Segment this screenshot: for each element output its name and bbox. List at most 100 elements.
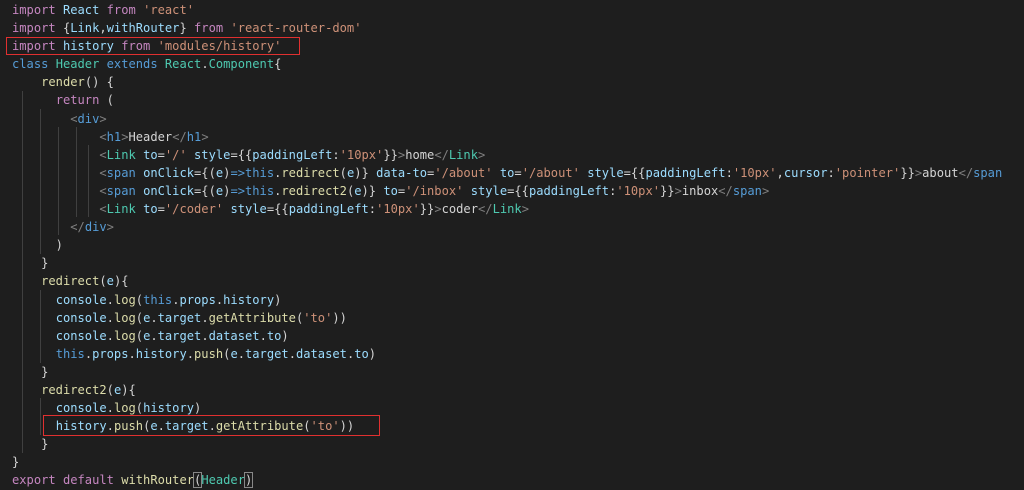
code-editor[interactable]: import React from 'react' import {Link,wi… <box>0 0 1024 490</box>
code-line[interactable]: } <box>12 435 1024 453</box>
code-token: }} <box>900 165 915 180</box>
code-token: </ <box>478 202 493 217</box>
code-token: target <box>245 346 289 361</box>
code-line[interactable]: console.log(e.target.dataset.to) <box>12 327 1024 345</box>
code-line[interactable]: console.log(this.props.history) <box>12 291 1024 309</box>
code-token: => <box>230 183 245 198</box>
code-token: to <box>499 165 515 180</box>
code-token: to <box>383 183 398 198</box>
code-token: . <box>259 328 267 343</box>
code-token: style <box>194 147 231 162</box>
code-token: home <box>405 147 435 162</box>
code-line[interactable]: console.log(history) <box>12 399 1024 417</box>
code-line[interactable]: redirect2(e){ <box>12 381 1024 399</box>
code-token: 'to' <box>310 419 340 434</box>
code-token: > <box>121 129 129 144</box>
code-token: history <box>223 292 275 307</box>
code-line[interactable]: import {Link,withRouter} from 'react-rou… <box>12 19 1024 37</box>
code-token: ) <box>274 292 282 307</box>
code-token: Link <box>106 202 136 217</box>
code-token: ){ <box>113 274 129 289</box>
code-line[interactable]: <div> <box>12 110 1024 128</box>
code-line[interactable]: import history from 'modules/history' <box>12 37 1024 55</box>
code-token: . <box>201 310 209 325</box>
code-line[interactable]: history.push(e.target.getAttribute('to')… <box>12 417 1024 435</box>
code-token: </ <box>172 129 187 144</box>
code-line[interactable]: import React from 'react' <box>12 1 1024 19</box>
code-token: }} <box>383 147 398 162</box>
code-line[interactable]: this.props.history.push(e.target.dataset… <box>12 345 1024 363</box>
code-token: . <box>106 328 114 343</box>
code-token: Link <box>70 21 100 36</box>
code-token: }} <box>660 183 675 198</box>
code-line[interactable]: <h1>Header</h1> <box>12 128 1024 146</box>
code-token: } <box>12 256 49 271</box>
code-lines[interactable]: import React from 'react' import {Link,wi… <box>12 1 1024 490</box>
code-line[interactable]: class Header extends React.Component{ <box>12 55 1024 73</box>
code-token: ={( <box>194 165 216 180</box>
code-line[interactable]: <span onClick={(e)=>this.redirect2(e)} t… <box>12 182 1024 200</box>
code-token: getAttribute <box>208 310 296 325</box>
code-token: : <box>725 165 733 180</box>
code-line[interactable]: } <box>12 363 1024 381</box>
code-token: ( <box>106 382 114 397</box>
code-line[interactable]: ) <box>12 236 1024 254</box>
code-token: console <box>55 310 107 325</box>
code-token: props <box>179 292 216 307</box>
code-token: , <box>776 165 784 180</box>
code-token: to <box>354 346 369 361</box>
code-token: style <box>587 165 624 180</box>
code-token: </ <box>718 183 733 198</box>
code-token: history <box>62 39 114 54</box>
code-token: ={{ <box>507 183 529 198</box>
code-token: ( <box>99 93 114 108</box>
code-line[interactable]: return ( <box>12 91 1024 109</box>
code-token: paddingLeft <box>528 183 610 198</box>
code-token: target <box>157 328 202 343</box>
code-token: 'modules/history' <box>157 39 282 54</box>
code-token: e <box>150 419 158 434</box>
code-token: Link <box>492 202 522 217</box>
code-token: : <box>827 165 835 180</box>
code-token: ) <box>281 328 289 343</box>
code-token: this <box>245 183 275 198</box>
code-token: < <box>70 111 78 126</box>
code-token: ){ <box>121 382 136 397</box>
code-line[interactable]: <Link to='/coder' style={{paddingLeft:'1… <box>12 200 1024 218</box>
code-token: < <box>99 183 107 198</box>
code-line[interactable]: } <box>12 254 1024 272</box>
code-token: e <box>230 346 238 361</box>
code-token: from <box>194 21 224 36</box>
code-token: redirect2 <box>41 382 107 397</box>
code-line[interactable]: console.log(e.target.getAttribute('to')) <box>12 309 1024 327</box>
code-token: div <box>84 220 107 235</box>
code-token: { <box>55 21 71 36</box>
code-token: class <box>12 57 49 72</box>
code-token: . <box>106 310 114 325</box>
code-line[interactable]: } <box>12 453 1024 471</box>
code-token: 'react' <box>143 3 195 17</box>
code-line[interactable]: redirect(e){ <box>12 272 1024 290</box>
code-token: ) <box>12 238 63 253</box>
code-line[interactable]: </div> <box>12 218 1024 236</box>
code-token: } <box>12 455 20 470</box>
code-line[interactable]: <Link to='/' style={{paddingLeft:'10px'}… <box>12 146 1024 164</box>
code-token: ( <box>135 292 144 307</box>
code-token: redirect <box>41 274 100 289</box>
code-line[interactable]: render() { <box>12 73 1024 91</box>
code-token: )} <box>361 183 384 198</box>
code-token: '10px' <box>339 147 384 162</box>
code-token: redirect2 <box>281 183 347 198</box>
code-token: = <box>157 147 165 162</box>
code-line[interactable]: <span onClick={(e)=>this.redirect(e)} da… <box>12 164 1024 182</box>
